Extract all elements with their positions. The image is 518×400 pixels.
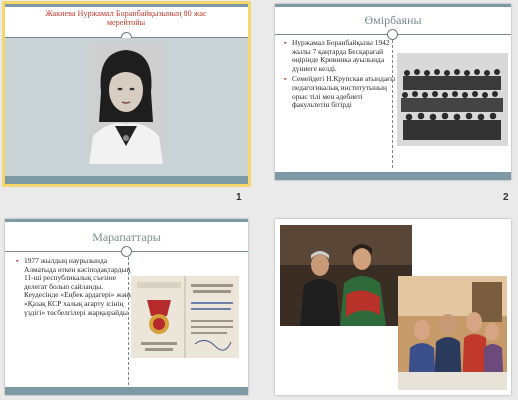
award-certificate — [131, 276, 239, 358]
column-divider — [392, 40, 393, 168]
bullet-item: Семейдегі Н.Крупская атындағы педагогика… — [284, 75, 396, 109]
divider-ring — [121, 246, 132, 257]
slide-number: 1 — [236, 192, 242, 203]
slide-bottom-band — [5, 176, 248, 184]
portrait-photo — [89, 42, 163, 164]
slide-thumbnail-2[interactable]: Өмірбаяны Нуржамал Боранбайқызы 1942 жыл… — [275, 4, 511, 180]
bullet-list: Нуржамал Боранбайқызы 1942 жылы 7 қаңтар… — [283, 38, 396, 112]
bullet-item: Нуржамал Боранбайқызы 1942 жылы 7 қаңтар… — [284, 38, 396, 73]
slide-number: 2 — [503, 192, 509, 203]
slide-thumbnail-3[interactable]: Марапаттары 1977 жылдың наурызында Алмат… — [5, 219, 248, 395]
slide-title: Өмірбаяны — [364, 13, 422, 27]
family-photo — [398, 276, 507, 390]
slide-bottom-band — [5, 387, 248, 395]
slide-top-band — [275, 4, 511, 7]
group-photo — [397, 53, 508, 146]
slide-thumbnail-1[interactable]: Жакиева Нуржамал Боранбайқызының 80 жас … — [2, 1, 251, 187]
slide-thumbnail-4[interactable] — [275, 219, 511, 395]
slide-title: Жакиева Нуржамал Боранбайқызының 80 жас … — [45, 9, 207, 27]
slide-top-band — [5, 4, 248, 7]
slide-title: Марапаттары — [92, 230, 161, 244]
bullet-item: 1977 жылдың наурызында Алматыда өткен кә… — [16, 256, 132, 317]
slide-bottom-band — [275, 172, 511, 180]
column-divider — [128, 257, 129, 385]
bullet-list: 1977 жылдың наурызында Алматыда өткен кә… — [15, 256, 132, 319]
couple-photo — [280, 225, 412, 326]
slide-top-band — [5, 219, 248, 222]
